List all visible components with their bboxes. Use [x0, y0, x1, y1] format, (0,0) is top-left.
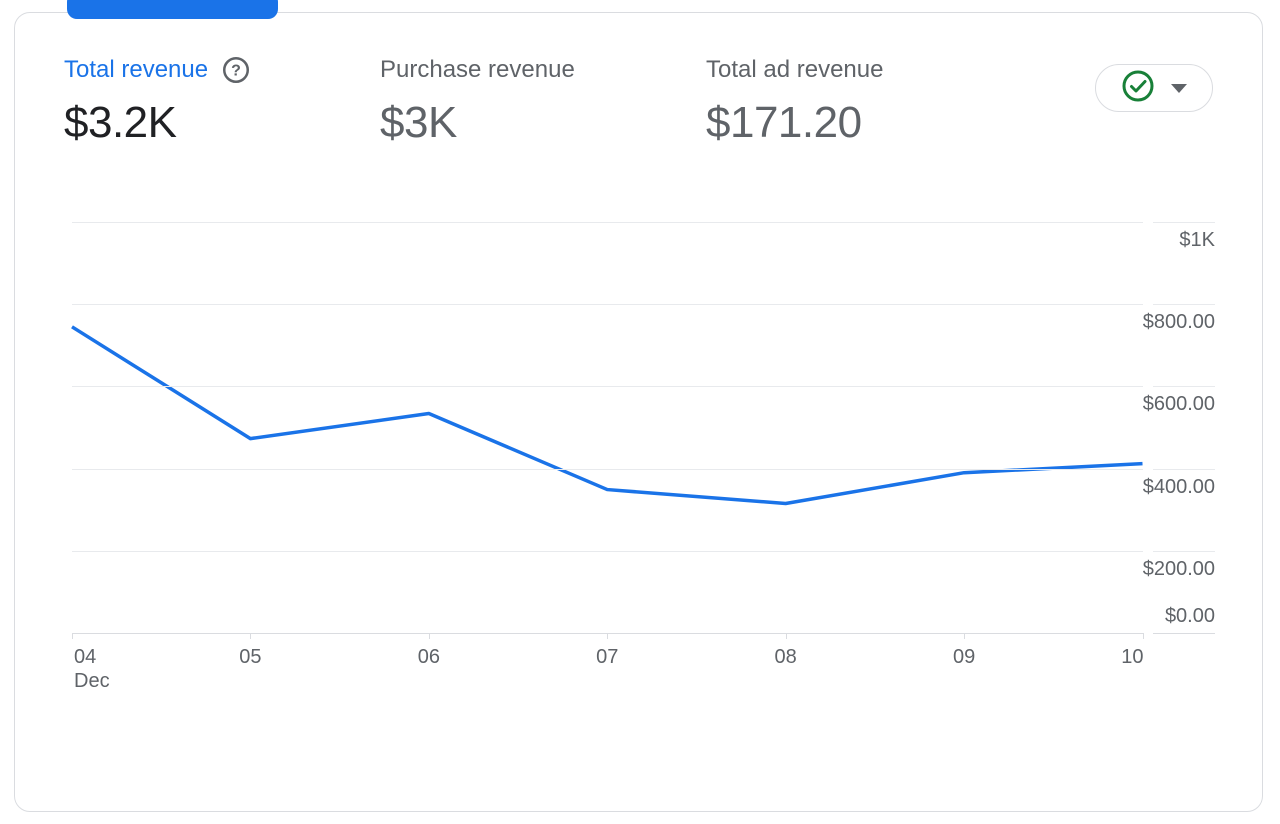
check-circle-icon: [1121, 69, 1155, 108]
gridline: [72, 304, 1143, 305]
metric-label: Total revenue: [64, 56, 208, 84]
y-axis-label: $600.00: [1095, 392, 1215, 416]
x-axis-label: 06: [387, 645, 471, 669]
x-axis-label: 07: [565, 645, 649, 669]
x-axis-tick: [250, 633, 251, 639]
metric-total-ad-revenue[interactable]: Total ad revenue $171.20: [706, 56, 883, 150]
metric-total-revenue[interactable]: Total revenue ? $3.2K: [64, 56, 250, 150]
x-axis-label: 09: [922, 645, 1006, 669]
chevron-down-icon: [1171, 84, 1187, 93]
x-axis-tick: [964, 633, 965, 639]
y-axis-label: $0.00: [1095, 604, 1215, 628]
metric-purchase-revenue[interactable]: Purchase revenue $3K: [380, 56, 575, 150]
x-axis-label: 04: [74, 645, 158, 669]
chart-canvas: [0, 190, 1280, 710]
y-tick-segment: [1153, 386, 1215, 387]
metric-label: Purchase revenue: [380, 56, 575, 84]
gridline: [72, 551, 1143, 552]
y-axis-label: $800.00: [1095, 310, 1215, 334]
x-axis-tick: [1143, 633, 1144, 639]
y-tick-segment: [1153, 469, 1215, 470]
y-axis-label: $200.00: [1095, 557, 1215, 581]
help-glyph: ?: [231, 63, 241, 80]
x-axis-month-label: Dec: [74, 669, 158, 693]
y-tick-segment: [1153, 304, 1215, 305]
revenue-line-chart[interactable]: $0.00 $200.00 $400.00 $600.00 $800.00 $1K 04De…: [0, 190, 1280, 710]
metric-label: Total ad revenue: [706, 56, 883, 84]
gridline: [72, 386, 1143, 387]
metric-value: $3.2K: [64, 96, 250, 150]
metric-value: $171.20: [706, 96, 883, 150]
gridline: [72, 469, 1143, 470]
y-axis-label: $1K: [1095, 228, 1215, 252]
x-axis-label: 10: [1060, 645, 1144, 669]
x-axis-tick: [72, 633, 73, 639]
y-tick-segment: [1153, 551, 1215, 552]
y-axis-label: $400.00: [1095, 475, 1215, 499]
data-quality-dropdown[interactable]: [1095, 64, 1213, 112]
gridline: [72, 222, 1143, 223]
metric-value: $3K: [380, 96, 575, 150]
revenue-series-line: [72, 327, 1143, 504]
x-axis-label: 05: [208, 645, 292, 669]
x-axis-label: 08: [744, 645, 828, 669]
x-axis-tick: [429, 633, 430, 639]
active-tab-indicator: [67, 0, 278, 19]
y-tick-segment: [1153, 633, 1215, 634]
y-tick-segment: [1153, 222, 1215, 223]
x-axis-tick: [607, 633, 608, 639]
help-icon[interactable]: ?: [222, 56, 250, 84]
x-axis-tick: [786, 633, 787, 639]
